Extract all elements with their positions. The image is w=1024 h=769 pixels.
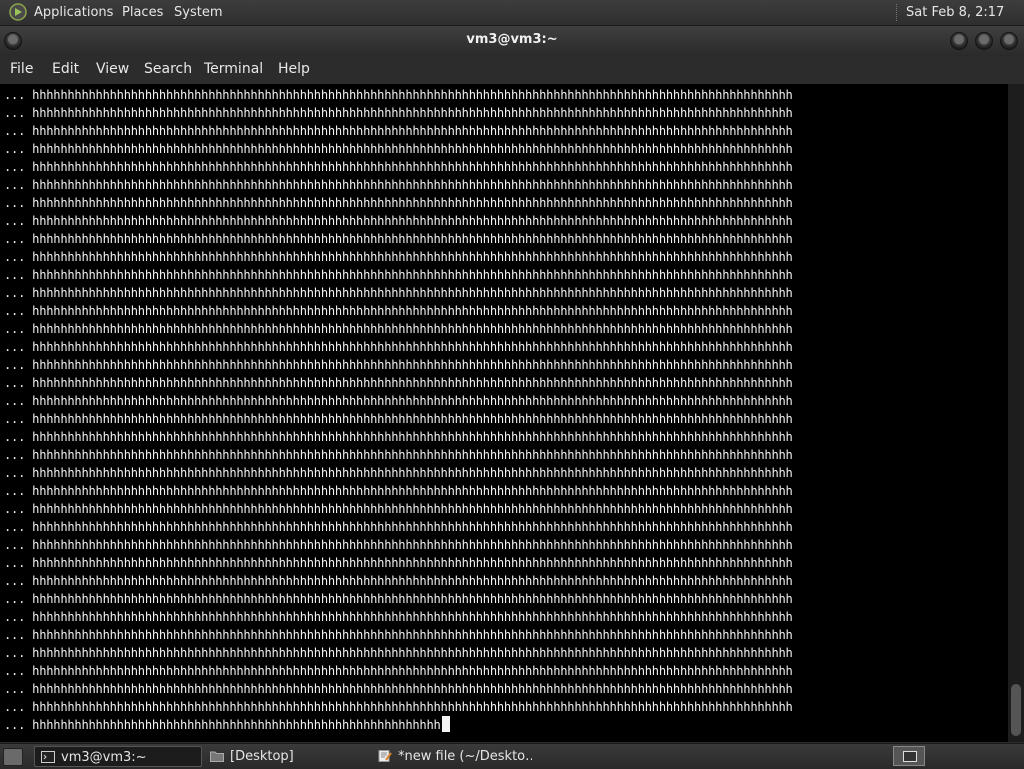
terminal-output[interactable]: ... hhhhhhhhhhhhhhhhhhhhhhhhhhhhhhhhhhhh… — [0, 84, 1008, 742]
task-text-editor[interactable]: *new file (~/Deskto… — [372, 746, 532, 767]
terminal-line: ... hhhhhhhhhhhhhhhhhhhhhhhhhhhhhhhhhhhh… — [4, 232, 793, 246]
terminal-line: ... hhhhhhhhhhhhhhhhhhhhhhhhhhhhhhhhhhhh… — [4, 484, 793, 498]
terminal-line: ... hhhhhhhhhhhhhhhhhhhhhhhhhhhhhhhhhhhh… — [4, 142, 793, 156]
places-menu[interactable]: Places — [122, 0, 163, 25]
terminal-icon — [41, 751, 55, 763]
terminal-cursor — [441, 716, 450, 732]
menu-view[interactable]: View — [96, 56, 129, 83]
terminal-scrollbar[interactable] — [1008, 84, 1024, 742]
menu-search[interactable]: Search — [144, 56, 192, 83]
terminal-line: ... hhhhhhhhhhhhhhhhhhhhhhhhhhhhhhhhhhhh… — [4, 394, 793, 408]
menu-help[interactable]: Help — [278, 56, 310, 83]
menu-edit[interactable]: Edit — [52, 56, 79, 83]
system-menu[interactable]: System — [174, 0, 222, 25]
terminal-line: ... hhhhhhhhhhhhhhhhhhhhhhhhhhhhhhhhhhhh… — [4, 646, 793, 660]
terminal-line: ... hhhhhhhhhhhhhhhhhhhhhhhhhhhhhhhhhhhh… — [4, 538, 793, 552]
terminal-line: ... hhhhhhhhhhhhhhhhhhhhhhhhhhhhhhhhhhhh… — [4, 178, 793, 192]
applications-menu[interactable]: Applications — [34, 0, 113, 25]
terminal-line: ... hhhhhhhhhhhhhhhhhhhhhhhhhhhhhhhhhhhh… — [4, 716, 450, 734]
maximize-button[interactable] — [975, 32, 993, 50]
text-editor-icon — [378, 750, 392, 762]
workspace-switcher[interactable] — [893, 746, 925, 766]
scrollbar-thumb[interactable] — [1011, 684, 1021, 736]
terminal-line: ... hhhhhhhhhhhhhhhhhhhhhhhhhhhhhhhhhhhh… — [4, 502, 793, 516]
clock[interactable]: Sat Feb 8, 2:17 AM — [906, 0, 1024, 45]
terminal-line: ... hhhhhhhhhhhhhhhhhhhhhhhhhhhhhhhhhhhh… — [4, 628, 793, 642]
task-desktop[interactable]: [Desktop] — [204, 746, 369, 767]
terminal-line: ... hhhhhhhhhhhhhhhhhhhhhhhhhhhhhhhhhhhh… — [4, 682, 793, 696]
terminal-line: ... hhhhhhhhhhhhhhhhhhhhhhhhhhhhhhhhhhhh… — [4, 304, 793, 318]
terminal-line: ... hhhhhhhhhhhhhhhhhhhhhhhhhhhhhhhhhhhh… — [4, 358, 793, 372]
task-label: [Desktop] — [230, 749, 294, 764]
terminal-line: ... hhhhhhhhhhhhhhhhhhhhhhhhhhhhhhhhhhhh… — [4, 268, 793, 282]
terminal-line: ... hhhhhhhhhhhhhhhhhhhhhhhhhhhhhhhhhhhh… — [4, 286, 793, 300]
terminal-line: ... hhhhhhhhhhhhhhhhhhhhhhhhhhhhhhhhhhhh… — [4, 124, 793, 138]
terminal-line: ... hhhhhhhhhhhhhhhhhhhhhhhhhhhhhhhhhhhh… — [4, 340, 793, 354]
terminal-line: ... hhhhhhhhhhhhhhhhhhhhhhhhhhhhhhhhhhhh… — [4, 106, 793, 120]
terminal-line: ... hhhhhhhhhhhhhhhhhhhhhhhhhhhhhhhhhhhh… — [4, 322, 793, 336]
terminal-line: ... hhhhhhhhhhhhhhhhhhhhhhhhhhhhhhhhhhhh… — [4, 214, 793, 228]
task-label: vm3@vm3:~ — [61, 750, 147, 765]
terminal-line: ... hhhhhhhhhhhhhhhhhhhhhhhhhhhhhhhhhhhh… — [4, 574, 793, 588]
terminal-line: ... hhhhhhhhhhhhhhhhhhhhhhhhhhhhhhhhhhhh… — [4, 448, 793, 462]
task-terminal[interactable]: vm3@vm3:~ — [34, 746, 202, 767]
task-label: *new file (~/Deskto… — [398, 749, 532, 764]
terminal-line: ... hhhhhhhhhhhhhhhhhhhhhhhhhhhhhhhhhhhh… — [4, 610, 793, 624]
terminal-line: ... hhhhhhhhhhhhhhhhhhhhhhhhhhhhhhhhhhhh… — [4, 430, 793, 444]
show-desktop-icon[interactable] — [3, 748, 23, 766]
terminal-line: ... hhhhhhhhhhhhhhhhhhhhhhhhhhhhhhhhhhhh… — [4, 160, 793, 174]
window-title: vm3@vm3:~ — [466, 32, 558, 47]
menubar: File Edit View Search Terminal Help — [0, 56, 1024, 83]
workspace-window-icon — [903, 751, 917, 762]
terminal-line: ... hhhhhhhhhhhhhhhhhhhhhhhhhhhhhhhhhhhh… — [4, 700, 793, 714]
terminal-line: ... hhhhhhhhhhhhhhhhhhhhhhhhhhhhhhhhhhhh… — [4, 412, 793, 426]
terminal-line: ... hhhhhhhhhhhhhhhhhhhhhhhhhhhhhhhhhhhh… — [4, 88, 793, 102]
terminal-line: ... hhhhhhhhhhhhhhhhhhhhhhhhhhhhhhhhhhhh… — [4, 520, 793, 534]
menu-terminal[interactable]: Terminal — [204, 56, 263, 83]
close-button[interactable] — [1000, 32, 1018, 50]
terminal-line: ... hhhhhhhhhhhhhhhhhhhhhhhhhhhhhhhhhhhh… — [4, 376, 793, 390]
bottom-taskbar: vm3@vm3:~ [Desktop] *new file (~/Deskto… — [0, 743, 1024, 769]
panel-separator — [896, 4, 899, 21]
terminal-line: ... hhhhhhhhhhhhhhhhhhhhhhhhhhhhhhhhhhhh… — [4, 196, 793, 210]
folder-icon — [210, 751, 224, 762]
terminal-line: ... hhhhhhhhhhhhhhhhhhhhhhhhhhhhhhhhhhhh… — [4, 592, 793, 606]
menu-file[interactable]: File — [10, 56, 33, 83]
terminal-line: ... hhhhhhhhhhhhhhhhhhhhhhhhhhhhhhhhhhhh… — [4, 466, 793, 480]
window-titlebar[interactable]: vm3@vm3:~ — [0, 26, 1024, 56]
terminal-line: ... hhhhhhhhhhhhhhhhhhhhhhhhhhhhhhhhhhhh… — [4, 556, 793, 570]
window-menu-icon[interactable] — [4, 32, 22, 50]
applications-logo-icon[interactable] — [9, 3, 27, 21]
top-panel: Applications Places System Sat Feb 8, 2:… — [0, 0, 1024, 45]
minimize-button[interactable] — [950, 32, 968, 50]
terminal-line: ... hhhhhhhhhhhhhhhhhhhhhhhhhhhhhhhhhhhh… — [4, 664, 793, 678]
terminal-line: ... hhhhhhhhhhhhhhhhhhhhhhhhhhhhhhhhhhhh… — [4, 250, 793, 264]
